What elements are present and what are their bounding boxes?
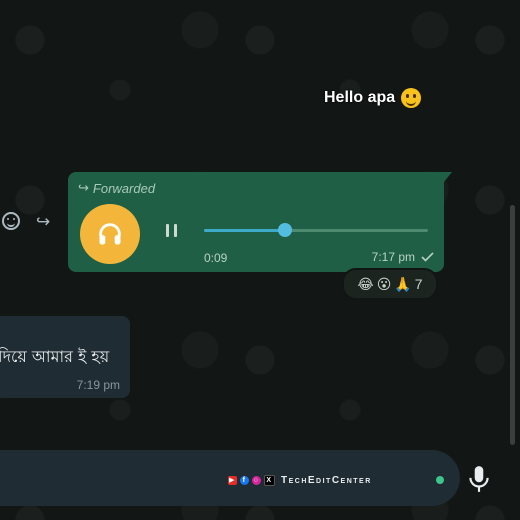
emoji-react-icon[interactable] [2, 212, 20, 230]
reaction-count: 7 [414, 276, 423, 292]
message-text: দিয়ে আমার ই হয় [0, 347, 110, 366]
forward-arrow-icon[interactable]: ↪ [36, 212, 50, 232]
single-check-icon [421, 252, 434, 262]
watermark: ▶ f ○ X TechEditCenter [228, 475, 372, 486]
youtube-icon: ▶ [228, 476, 237, 485]
message-timestamp: 7:19 pm [76, 378, 120, 392]
elapsed-time: 0:09 [204, 251, 228, 265]
x-icon: X [264, 475, 275, 486]
facebook-icon: f [240, 476, 249, 485]
voice-message-bubble[interactable]: ↪ Forwarded 0:09 7:17 pm [68, 172, 452, 272]
laughing-emoji: 😂 [357, 275, 374, 292]
incoming-message-bubble[interactable]: দিয়ে আমার ই হয় 7:19 pm [0, 316, 130, 398]
microphone-icon[interactable] [466, 464, 492, 494]
slightly-smiling-face-icon [401, 88, 422, 108]
reactions-badge[interactable]: 😂 😮 🙏 7 [342, 268, 438, 300]
instagram-icon: ○ [252, 476, 261, 485]
headphones-icon [99, 223, 121, 245]
folded-hands-emoji: 🙏 [394, 275, 412, 292]
voice-avatar [80, 204, 140, 264]
message-text: Hello apa [324, 89, 396, 106]
playback-slider[interactable] [204, 223, 428, 237]
outgoing-text-message[interactable]: Hello apa [324, 88, 422, 108]
chat-scrollbar[interactable] [510, 205, 515, 445]
surprised-emoji: 😮 [376, 275, 392, 292]
message-timestamp: 7:17 pm [372, 250, 434, 264]
pause-button[interactable] [166, 224, 178, 238]
watermark-text: TechEditCenter [281, 475, 372, 486]
status-dot [436, 476, 444, 484]
playback-progress [204, 229, 285, 232]
playback-handle[interactable] [277, 223, 292, 237]
forwarded-label: ↪ Forwarded [78, 180, 156, 196]
forwarded-arrow-icon: ↪ [78, 180, 89, 195]
